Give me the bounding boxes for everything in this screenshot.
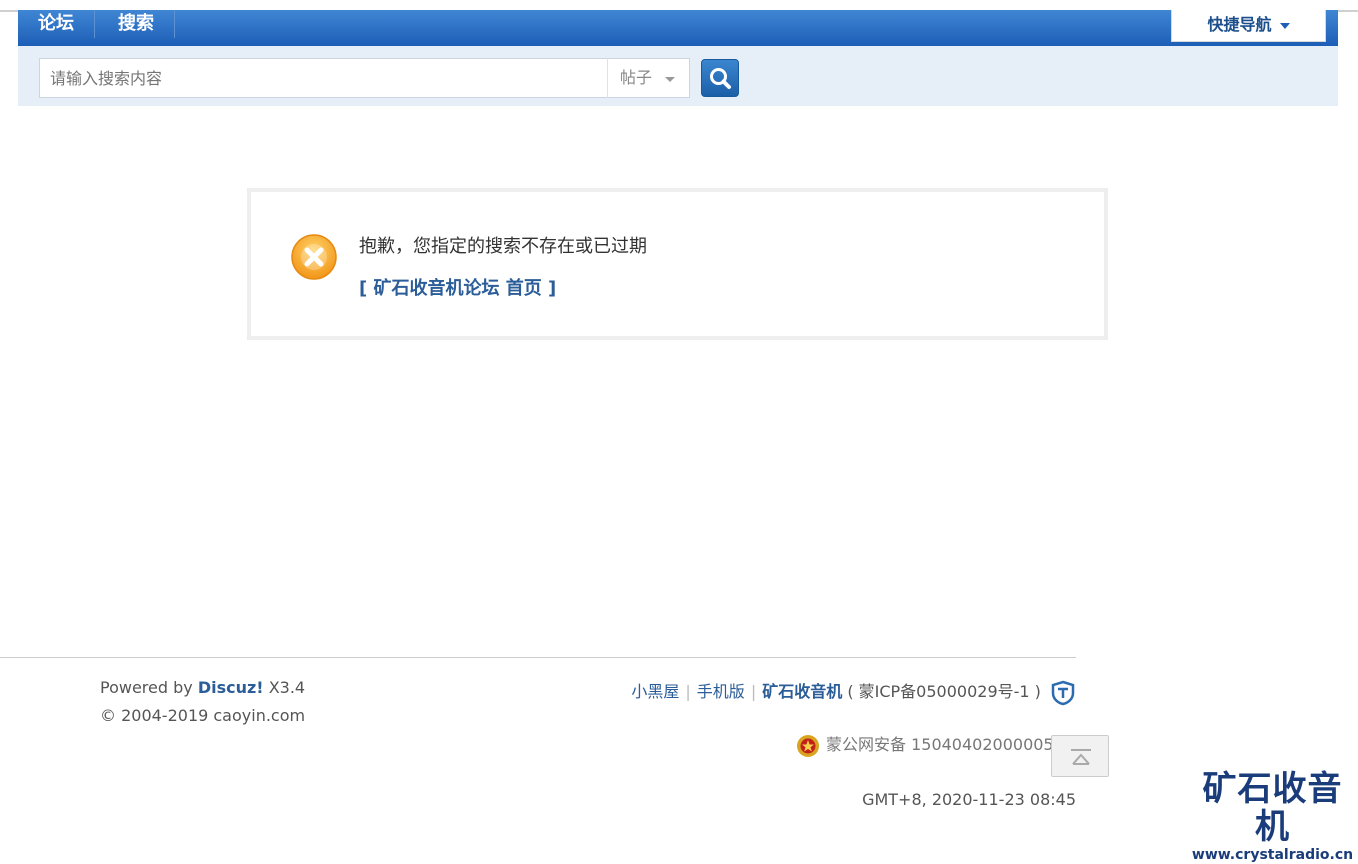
nav-item-forum[interactable]: 论坛	[18, 10, 95, 38]
search-type-select[interactable]: 帖子	[607, 58, 690, 98]
powered-by: Powered by Discuz! X3.4	[100, 678, 305, 697]
blacklist-link[interactable]: 小黑屋	[631, 682, 679, 701]
discuz-link[interactable]: Discuz!	[198, 678, 264, 697]
mobile-link[interactable]: 手机版	[697, 682, 745, 701]
police-record[interactable]: 蒙公网安备 15040402000005号	[796, 731, 1070, 758]
trust-shield-icon[interactable]	[1050, 680, 1076, 706]
icp-number[interactable]: ( 蒙ICP备05000029号-1 )	[847, 682, 1041, 701]
server-time: GMT+8, 2020-11-23 08:45	[862, 790, 1076, 809]
site-name-link[interactable]: 矿石收音机	[762, 682, 842, 701]
arrow-up-icon	[1071, 749, 1091, 765]
back-to-top-button[interactable]	[1051, 735, 1109, 777]
search-button[interactable]	[701, 59, 739, 97]
error-message: 抱歉，您指定的搜索不存在或已过期	[359, 236, 647, 257]
search-bar: 帖子	[18, 46, 1338, 106]
powered-prefix: Powered by	[100, 678, 193, 697]
forum-home-link[interactable]: [ 矿石收音机论坛 首页 ]	[359, 274, 556, 300]
separator: |	[685, 682, 691, 701]
search-type-label: 帖子	[620, 68, 653, 87]
footer-divider	[0, 657, 1076, 658]
brand-name: 矿石收音机	[1202, 769, 1343, 847]
copyright: © 2004-2019 caoyin.com	[100, 706, 306, 725]
message-box: 抱歉，您指定的搜索不存在或已过期 [ 矿石收音机论坛 首页 ]	[247, 188, 1108, 340]
quick-nav-button[interactable]: 快捷导航	[1171, 10, 1326, 42]
footer-links: 小黑屋 | 手机版 | 矿石收音机 ( 蒙ICP备05000029号-1 )	[631, 678, 1076, 706]
brand-url: www.crystalradio.cn	[1191, 847, 1354, 863]
separator: |	[750, 682, 757, 701]
chevron-down-icon	[665, 77, 675, 82]
powered-version: X3.4	[268, 678, 306, 697]
police-badge-icon	[797, 734, 819, 757]
chevron-down-icon	[1279, 22, 1290, 29]
search-input[interactable]	[39, 58, 609, 98]
brand-watermark: 矿石收音机 www.crystalradio.cn	[1190, 770, 1355, 864]
error-icon	[291, 234, 337, 280]
main-nav: 论坛 搜索	[18, 10, 1338, 46]
nav-item-search[interactable]: 搜索	[98, 10, 175, 38]
quick-nav-label: 快捷导航	[1207, 15, 1272, 34]
search-icon	[710, 68, 731, 89]
police-record-text: 蒙公网安备 15040402000005号	[826, 735, 1070, 754]
